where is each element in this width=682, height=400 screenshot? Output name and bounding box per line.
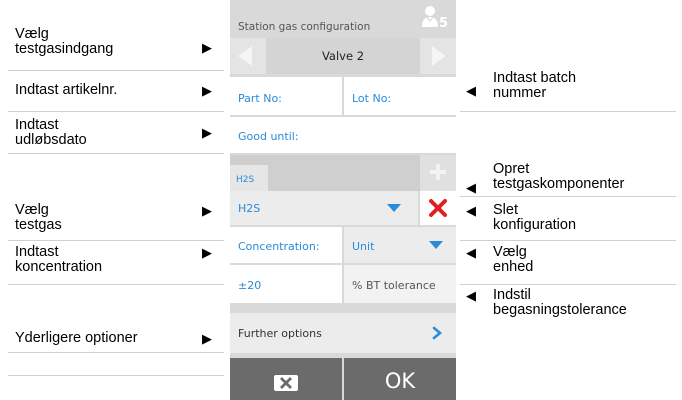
part-no-label: Part No: — [238, 92, 282, 105]
chevron-left-icon — [238, 46, 252, 66]
valve-label: Valve 2 — [321, 49, 365, 63]
divider-line — [8, 153, 224, 154]
annotation-select-gas-inlet: Vælg testgasindgang — [15, 26, 114, 57]
gas-select-value: H2S — [238, 202, 261, 215]
divider-line — [460, 240, 676, 241]
ok-label: OK — [384, 369, 416, 393]
annotation-delete-configuration: Slet konfiguration — [493, 202, 577, 233]
annotation-enter-concentration: Indtast koncentration — [15, 244, 103, 275]
next-valve-button[interactable] — [420, 38, 456, 74]
tolerance-value: ±20 — [238, 279, 262, 292]
annotation-enter-expiry-date: Indtast udløbsdato — [15, 117, 87, 148]
unit-select-dropdown[interactable]: Unit — [344, 227, 456, 263]
annotation-further-options: Yderligere optioner — [15, 330, 138, 346]
component-tab-h2s[interactable]: H2S — [230, 165, 268, 191]
title-bar: Station gas configuration 5 — [230, 0, 456, 38]
concentration-label: Concentration: — [238, 240, 320, 253]
chevron-down-icon — [387, 204, 401, 212]
annotation-select-unit: Vælg enhed — [493, 244, 534, 275]
annotation-create-test-gas-components: Opret testgaskomponenter — [493, 161, 625, 192]
add-component-button[interactable] — [420, 155, 456, 191]
arrow-right-icon: ▶ — [202, 40, 212, 55]
tolerance-unit: % BT tolerance — [344, 265, 456, 303]
concentration-field[interactable]: Concentration: — [230, 227, 342, 263]
arrow-right-icon: ▶ — [202, 331, 212, 346]
chevron-down-icon — [429, 241, 443, 249]
chevron-right-icon — [432, 326, 442, 340]
divider-line — [8, 111, 224, 112]
divider-line — [8, 375, 224, 376]
user-badge-number: 5 — [439, 16, 449, 31]
annotation-set-gassing-tolerance: Indstil begasningstolerance — [493, 287, 627, 318]
close-icon — [274, 375, 298, 391]
good-until-field[interactable]: Good until: — [230, 117, 456, 153]
arrow-left-icon: ◀ — [466, 83, 476, 98]
chevron-right-icon — [432, 46, 446, 66]
ok-button[interactable]: OK — [344, 358, 456, 400]
arrow-right-icon: ▶ — [202, 83, 212, 98]
component-tab-row: H2S — [230, 155, 456, 191]
plus-icon — [430, 164, 446, 180]
arrow-right-icon: ▶ — [202, 203, 212, 218]
good-until-label: Good until: — [238, 130, 299, 143]
further-options-button[interactable]: Further options — [230, 313, 456, 353]
gas-select-dropdown[interactable]: H2S — [230, 191, 418, 225]
arrow-right-icon: ▶ — [202, 245, 212, 260]
arrow-left-icon: ◀ — [466, 180, 476, 195]
user-icon[interactable]: 5 — [420, 3, 450, 35]
arrow-left-icon: ◀ — [466, 245, 476, 260]
annotation-enter-batch-number: Indtast batch nummer — [493, 70, 577, 101]
divider-line — [460, 284, 676, 285]
arrow-left-icon: ◀ — [466, 203, 476, 218]
divider-line — [8, 352, 224, 353]
close-icon — [429, 199, 447, 217]
divider-line — [8, 70, 224, 71]
divider-line — [8, 284, 224, 285]
part-no-field[interactable]: Part No: — [230, 77, 342, 115]
arrow-right-icon: ▶ — [202, 125, 212, 140]
further-options-label: Further options — [238, 327, 322, 340]
divider-line — [8, 240, 224, 241]
lot-no-field[interactable]: Lot No: — [344, 77, 456, 115]
divider-line — [460, 196, 676, 197]
unit-select-value: Unit — [352, 240, 375, 253]
arrow-left-icon: ◀ — [466, 288, 476, 303]
annotation-enter-article-no: Indtast artikelnr. — [15, 82, 118, 98]
valve-selector: Valve 2 — [230, 38, 456, 74]
lot-no-label: Lot No: — [352, 92, 392, 105]
divider-line — [460, 111, 676, 112]
tolerance-field[interactable]: ±20 — [230, 265, 342, 303]
screen-title: Station gas configuration — [238, 21, 371, 33]
annotation-select-test-gas: Vælg testgas — [15, 202, 62, 233]
station-gas-configuration-screen: Station gas configuration 5 Valve 2 Part… — [230, 0, 456, 400]
tolerance-unit-label: % BT tolerance — [352, 279, 436, 292]
component-tab-label: H2S — [236, 175, 255, 185]
cancel-button[interactable] — [230, 358, 342, 400]
previous-valve-button[interactable] — [230, 38, 266, 74]
delete-configuration-button[interactable] — [420, 191, 456, 225]
